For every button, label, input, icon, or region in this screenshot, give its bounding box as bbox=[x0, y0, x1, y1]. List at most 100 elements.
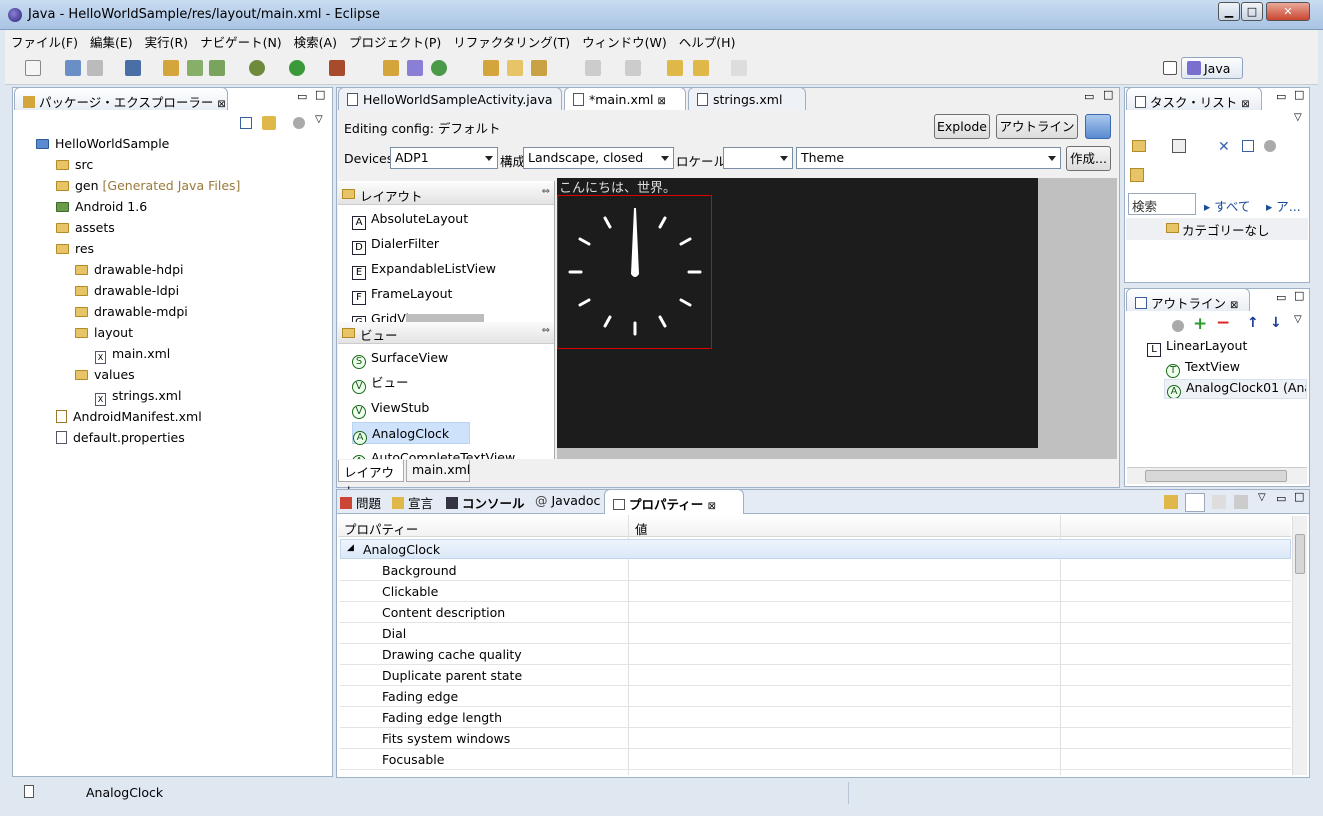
new-android-icon[interactable] bbox=[209, 60, 225, 76]
back-icon[interactable] bbox=[693, 60, 709, 76]
tree-item-drawable-ldpi[interactable]: drawable-ldpi bbox=[75, 283, 179, 303]
view-menu-icon[interactable]: ▽ bbox=[1294, 314, 1302, 325]
view-menu-icon[interactable]: ▽ bbox=[1258, 492, 1266, 503]
collapse-all-icon[interactable] bbox=[240, 117, 252, 129]
analogclock-widget[interactable] bbox=[557, 195, 712, 349]
menu-file[interactable]: ファイル(F) bbox=[5, 30, 84, 51]
menu-edit[interactable]: 編集(E) bbox=[84, 30, 139, 51]
print-icon[interactable] bbox=[87, 60, 103, 76]
last-edit-icon[interactable] bbox=[667, 60, 683, 76]
prev-annotation-icon[interactable] bbox=[625, 60, 641, 76]
minimize-view-icon[interactable]: ▭ bbox=[1276, 90, 1286, 103]
categorize-icon[interactable] bbox=[1172, 139, 1186, 153]
tree-item-project[interactable]: HelloWorldSample bbox=[36, 136, 169, 156]
palette-view-drawer[interactable]: ビュー ⇔ bbox=[338, 322, 554, 344]
palette-scrollbar[interactable] bbox=[406, 314, 484, 322]
link-editor-icon[interactable] bbox=[262, 116, 276, 130]
pin-view-icon[interactable] bbox=[1164, 495, 1178, 509]
collapse-triangle-icon[interactable]: ◢ bbox=[347, 543, 354, 553]
folder-icon[interactable] bbox=[507, 60, 523, 76]
delete-completed-icon[interactable]: ✕ bbox=[1218, 139, 1230, 155]
connect-repository-icon[interactable] bbox=[1130, 168, 1144, 182]
move-down-icon[interactable]: ↓ bbox=[1270, 315, 1282, 331]
palette-item-framelayout[interactable]: F FrameLayout bbox=[352, 283, 452, 305]
maximize-view-icon[interactable]: □ bbox=[1294, 490, 1304, 503]
minimize-view-icon[interactable]: ▭ bbox=[1276, 291, 1286, 304]
palette-item-viewstub[interactable]: V ViewStub bbox=[352, 397, 429, 419]
open-folder-icon[interactable] bbox=[483, 60, 499, 76]
column-header-value[interactable]: 値 bbox=[635, 519, 648, 538]
palette-layout-drawer[interactable]: レイアウト ⇔ bbox=[338, 183, 554, 205]
property-row[interactable]: Background bbox=[340, 560, 1291, 581]
palette-item-view[interactable]: V ビュー bbox=[352, 372, 409, 394]
tab-package-explorer[interactable]: パッケージ・エクスプローラー ⊠ bbox=[14, 87, 228, 110]
property-row[interactable]: Fits system windows bbox=[340, 728, 1291, 749]
add-icon[interactable]: + bbox=[1193, 314, 1207, 334]
close-icon[interactable]: ⊠ bbox=[1241, 99, 1249, 110]
palette-item-absolutelayout[interactable]: A AbsoluteLayout bbox=[352, 208, 468, 230]
tab-xml-view[interactable]: main.xml bbox=[406, 460, 470, 482]
drawer-pin-icon[interactable]: ⇔ bbox=[542, 325, 550, 336]
view-menu-icon[interactable]: ▽ bbox=[315, 114, 323, 125]
minimize-view-icon[interactable]: ▭ bbox=[1276, 492, 1286, 505]
close-icon[interactable]: ⊠ bbox=[658, 96, 666, 107]
tree-item-assets[interactable]: assets bbox=[56, 220, 115, 240]
tab-console[interactable]: コンソール bbox=[446, 493, 525, 512]
restore-default-icon[interactable] bbox=[1234, 495, 1248, 509]
sync-icon[interactable] bbox=[1264, 140, 1276, 152]
property-group-analogclock[interactable]: ◢ AnalogClock bbox=[340, 539, 1291, 559]
show-categories-icon[interactable] bbox=[1185, 493, 1205, 512]
tree-item-res[interactable]: res bbox=[56, 241, 94, 261]
tab-problems[interactable]: 問題 bbox=[340, 493, 381, 512]
refresh-icon[interactable] bbox=[431, 60, 447, 76]
close-icon[interactable]: ⊠ bbox=[708, 501, 716, 512]
pen-icon[interactable] bbox=[531, 60, 547, 76]
theme-select[interactable]: Theme bbox=[796, 147, 1061, 169]
properties-vscrollbar[interactable] bbox=[1292, 516, 1307, 775]
minimize-view-icon[interactable]: ▭ bbox=[297, 90, 307, 103]
new-icon[interactable] bbox=[25, 60, 41, 76]
tab-properties[interactable]: プロパティー ⊠ bbox=[604, 489, 744, 514]
outline-item-textview[interactable]: T TextView bbox=[1166, 359, 1240, 379]
maximize-view-icon[interactable]: □ bbox=[315, 88, 325, 101]
open-perspective-icon[interactable] bbox=[1163, 61, 1177, 75]
remove-icon[interactable]: − bbox=[1216, 313, 1230, 333]
close-icon[interactable]: ⊠ bbox=[1230, 300, 1238, 311]
property-row[interactable]: Dial bbox=[340, 623, 1291, 644]
filter-all-link[interactable]: ▸ すべて bbox=[1204, 196, 1250, 215]
minimize-button[interactable]: ▁ bbox=[1218, 2, 1240, 21]
menu-window[interactable]: ウィンドウ(W) bbox=[576, 30, 673, 51]
show-advanced-icon[interactable] bbox=[1212, 495, 1226, 509]
tab-declaration[interactable]: 宣言 bbox=[392, 493, 433, 512]
java-perspective-button[interactable]: Java bbox=[1181, 57, 1243, 79]
new-task-icon[interactable] bbox=[1132, 140, 1146, 152]
tree-item-android[interactable]: Android 1.6 bbox=[56, 199, 147, 219]
tree-item-src[interactable]: src bbox=[56, 157, 93, 177]
palette-item-autocomplete[interactable]: A AutoCompleteTextView bbox=[352, 447, 515, 459]
close-button[interactable]: ✕ bbox=[1266, 2, 1310, 21]
property-row[interactable]: Content description bbox=[340, 602, 1291, 623]
maximize-view-icon[interactable]: □ bbox=[1294, 88, 1304, 101]
external-tools-icon[interactable] bbox=[329, 60, 345, 76]
canvas-textview[interactable]: こんにちは、世界。 bbox=[559, 177, 676, 196]
column-header-property[interactable]: プロパティー bbox=[344, 519, 418, 538]
open-type-icon[interactable] bbox=[383, 60, 399, 76]
tab-main-xml[interactable]: *main.xml ⊠ bbox=[564, 87, 686, 110]
tab-javadoc[interactable]: @ Javadoc bbox=[535, 493, 600, 508]
download-icon[interactable] bbox=[125, 60, 141, 76]
task-search-input[interactable]: 検索 bbox=[1128, 193, 1196, 215]
open-hierarchy-icon[interactable] bbox=[407, 60, 423, 76]
create-config-button[interactable]: 作成... bbox=[1066, 146, 1111, 171]
explode-button[interactable]: Explode bbox=[934, 114, 990, 139]
devices-select[interactable]: ADP1 bbox=[390, 147, 498, 169]
palette-item-surfaceview[interactable]: S SurfaceView bbox=[352, 347, 448, 369]
property-row[interactable]: Clickable bbox=[340, 581, 1291, 602]
tab-outline[interactable]: アウトライン ⊠ bbox=[1126, 288, 1250, 311]
task-category-row[interactable]: カテゴリーなし bbox=[1126, 218, 1308, 240]
filter-icon[interactable] bbox=[1172, 320, 1184, 332]
palette-item-analogclock[interactable]: A AnalogClock bbox=[352, 422, 470, 445]
tree-item-main-xml[interactable]: Xmain.xml bbox=[95, 346, 170, 366]
property-row[interactable]: Fading edge length bbox=[340, 707, 1291, 728]
property-row[interactable]: Focusable bbox=[340, 749, 1291, 770]
outline-item-linearlayout[interactable]: L LinearLayout bbox=[1147, 338, 1247, 358]
